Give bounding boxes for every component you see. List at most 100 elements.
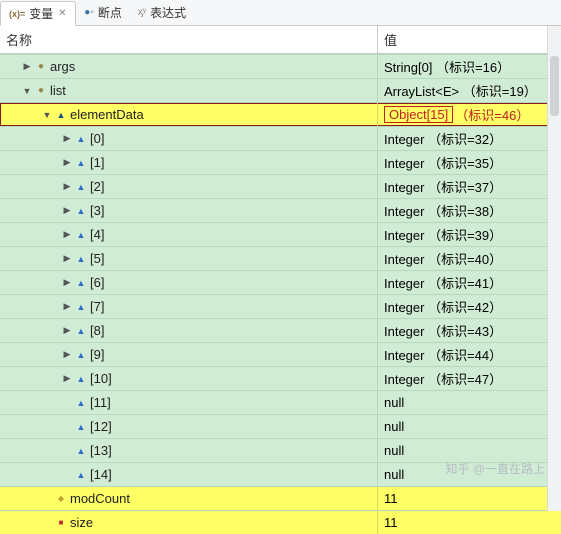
field-triangle-icon: ▲ [74,206,88,216]
expander-closed-icon[interactable]: ▶ [60,133,74,144]
variable-value: Integer （标识=35） [384,153,502,172]
tree-row[interactable]: ▶▲[4] Integer （标识=39） [0,222,561,246]
expander-open-icon[interactable]: ▼ [40,110,54,120]
column-header-value[interactable]: 值 [378,26,561,53]
field-triangle-icon: ▲ [74,134,88,144]
name-cell: ▼●list [0,79,378,102]
value-cell: Integer （标识=42） [378,295,561,318]
tree-row[interactable]: ▶▲[5] Integer （标识=40） [0,246,561,270]
tree-row[interactable]: ▶▲[2]Integer （标识=37） [0,174,561,198]
tab-breakpoints-label: 断点 [98,4,122,21]
tree-row[interactable]: ▼●list ArrayList<E> （标识=19） [0,78,561,102]
variable-name: size [68,515,93,530]
name-cell: ▶▲[9] [0,343,378,366]
field-triangle-icon: ▲ [74,230,88,240]
variable-name: [9] [88,347,104,362]
tree-row[interactable]: ▶▲[3] Integer （标识=38） [0,198,561,222]
tree-row[interactable]: ▶▲[7]Integer （标识=42） [0,294,561,318]
expander-closed-icon[interactable]: ▶ [60,157,74,168]
tab-variables[interactable]: (x)= 变量 ✕ [0,1,76,26]
name-cell: ▶▲[8] [0,319,378,342]
tree-row[interactable]: ▼▲elementDataObject[15]（标识=46） [0,102,561,126]
variable-value-tail: （标识=46） [455,105,529,124]
variable-name: modCount [68,491,130,506]
tab-breakpoints[interactable]: ●◦ 断点 [76,0,130,25]
tree-row[interactable]: ▶●argsString[0] （标识=16） [0,54,561,78]
column-header-name[interactable]: 名称 [0,26,378,53]
tree-row[interactable]: ▶▲[8] Integer （标识=43） [0,318,561,342]
variable-value: Integer （标识=43） [384,321,502,340]
variable-value: ArrayList<E> （标识=19） [384,81,537,100]
tree-row[interactable]: ▲[11]null [0,390,561,414]
tree-row[interactable]: ▶▲[10]Integer （标识=47） [0,366,561,390]
field-triangle-icon: ▲ [74,374,88,384]
tab-expressions[interactable]: ᶍʸ 表达式 [130,0,194,25]
tree-row[interactable]: ▶▲[6]Integer （标识=41） [0,270,561,294]
value-cell: String[0] （标识=16） [378,55,561,78]
field-triangle-icon: ▲ [74,302,88,312]
expander-open-icon[interactable]: ▼ [20,86,34,96]
expander-closed-icon[interactable]: ▶ [60,253,74,264]
variable-value: null [384,395,404,410]
expander-closed-icon[interactable]: ▶ [60,349,74,360]
field-triangle-icon: ▲ [74,422,88,432]
tree-row[interactable]: ▲[12] null [0,414,561,438]
name-cell: ▶▲[0] [0,127,378,150]
value-cell: null [378,415,561,438]
tree-row[interactable]: ▶▲[0] Integer （标识=32） [0,126,561,150]
name-cell: ▶▲[3] [0,199,378,222]
variable-value-boxed: Object[15] [384,106,453,123]
value-cell: Object[15]（标识=46） [378,103,561,126]
expander-closed-icon[interactable]: ▶ [60,325,74,336]
expander-closed-icon[interactable]: ▶ [60,205,74,216]
tree-row[interactable]: ▶▲[9]Integer （标识=44） [0,342,561,366]
value-cell: Integer （标识=38） [378,199,561,222]
tab-variables-label: 变量 [29,5,53,22]
variable-value: Integer （标识=38） [384,201,502,220]
expander-closed-icon[interactable]: ▶ [60,277,74,288]
value-cell: 11 [378,511,561,534]
field-triangle-icon: ▲ [74,254,88,264]
name-cell: ▶●args [0,55,378,78]
expander-closed-icon[interactable]: ▶ [60,229,74,240]
variable-name: [12] [88,419,112,434]
field-square-icon: ■ [54,518,68,527]
tree-row[interactable]: ◆modCount11 [0,486,561,510]
variable-value: Integer （标识=47） [384,369,502,388]
tree-row[interactable]: ■size 11 [0,510,561,534]
field-triangle-icon: ▲ [74,350,88,360]
value-cell: Integer （标识=43） [378,319,561,342]
variable-value: Integer （标识=32） [384,129,502,148]
variable-name: elementData [68,107,144,122]
expressions-icon: ᶍʸ [138,7,146,18]
value-cell: Integer （标识=39） [378,223,561,246]
tree-row[interactable]: ▲[13]null [0,438,561,462]
value-cell: 11 [378,487,561,510]
expander-closed-icon[interactable]: ▶ [60,181,74,192]
expander-closed-icon[interactable]: ▶ [60,301,74,312]
expander-closed-icon[interactable]: ▶ [20,61,34,72]
variable-name: [3] [88,203,104,218]
field-triangle-icon: ▲ [54,110,68,120]
expander-closed-icon[interactable]: ▶ [60,373,74,384]
variable-value: Integer （标识=37） [384,177,502,196]
name-cell: ▶▲[6] [0,271,378,294]
close-icon[interactable]: ✕ [57,9,67,19]
variable-name: [0] [88,131,104,146]
watermark: 知乎 @一直在路上 [445,460,545,477]
variable-name: [5] [88,251,104,266]
variable-name: [4] [88,227,104,242]
value-cell: Integer （标识=35） [378,151,561,174]
name-cell: ▼▲elementData [0,103,378,126]
variable-name: [1] [88,155,104,170]
variable-name: list [48,83,66,98]
tree-row[interactable]: ▶▲[1] Integer （标识=35） [0,150,561,174]
column-header: 名称 值 [0,26,561,54]
variable-name: [6] [88,275,104,290]
value-cell: null [378,439,561,462]
variable-name: [11] [88,395,111,410]
field-triangle-icon: ▲ [74,158,88,168]
variable-value: Integer （标识=40） [384,249,502,268]
value-cell: Integer （标识=40） [378,247,561,270]
variable-value: null [384,443,404,458]
